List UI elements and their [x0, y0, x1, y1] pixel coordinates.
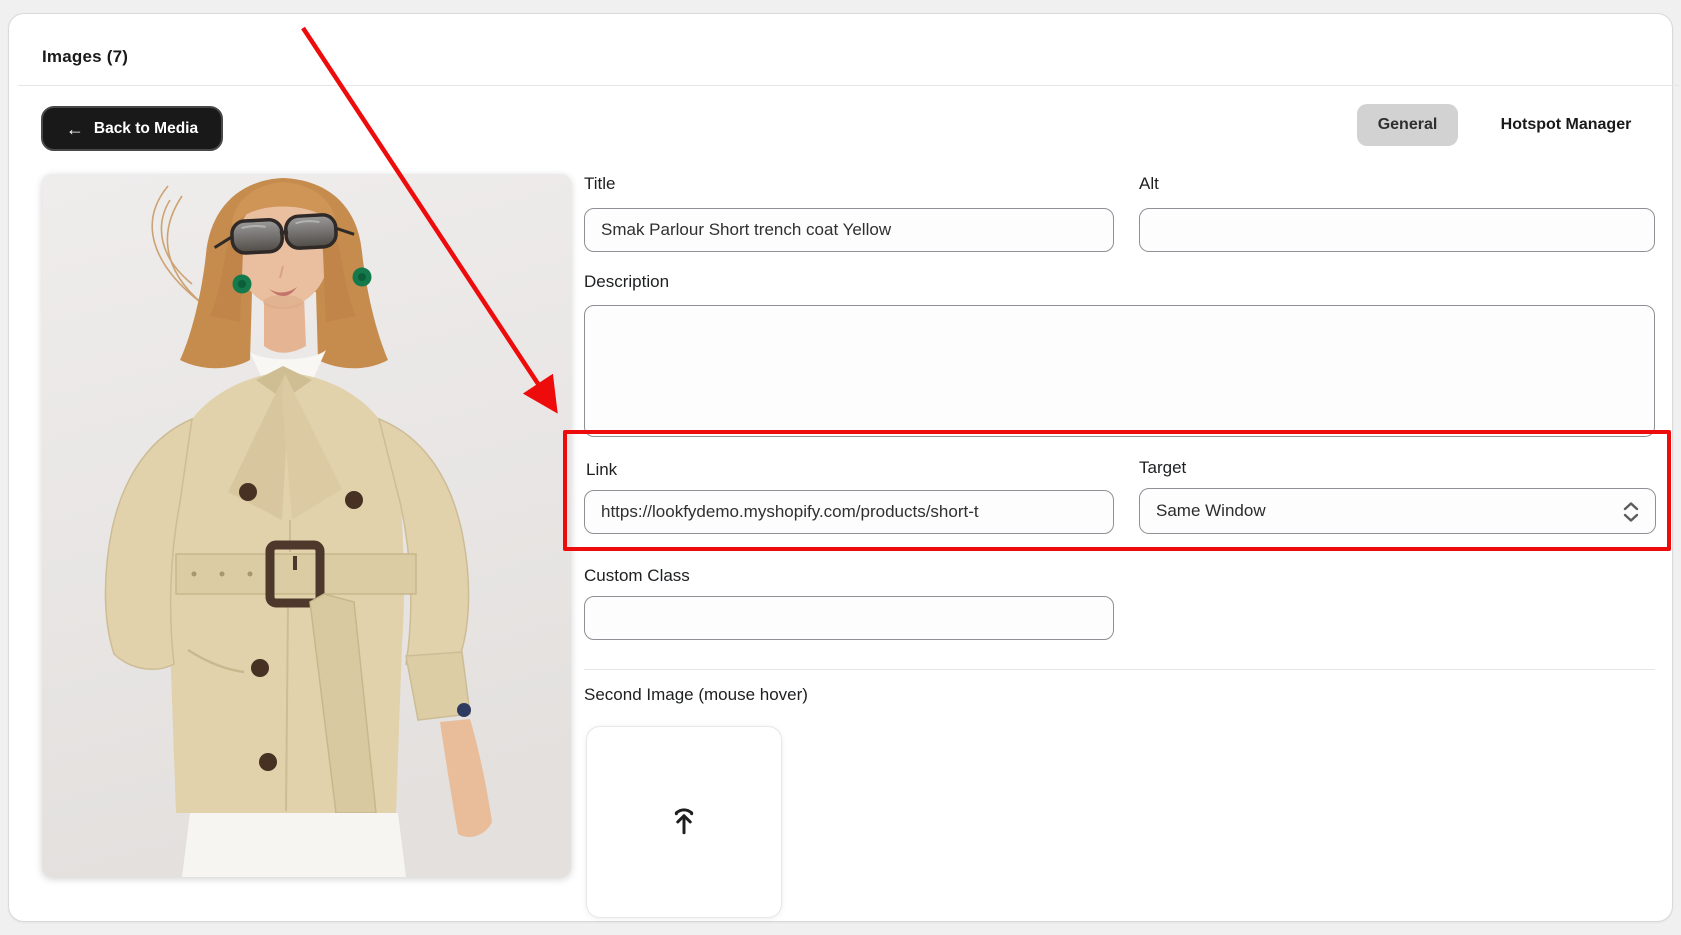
link-label: Link [586, 460, 618, 479]
second-image-label: Second Image (mouse hover) [584, 685, 808, 704]
images-panel: Images (7) ← Back to Media General Hotsp… [8, 13, 1679, 922]
page: Images (7) ← Back to Media General Hotsp… [0, 0, 1681, 935]
description-textarea[interactable] [584, 305, 1655, 437]
tab-general-label: General [1377, 116, 1438, 133]
header-divider [18, 85, 1679, 86]
upload-icon [667, 803, 701, 842]
target-label: Target [1139, 458, 1187, 477]
tab-hotspot-label: Hotspot Manager [1500, 116, 1632, 133]
alt-input[interactable] [1139, 208, 1655, 252]
target-select[interactable]: Same Window [1139, 488, 1656, 534]
product-image-illustration [42, 174, 571, 877]
back-button-label: Back to Media [93, 119, 199, 137]
tab-hotspot-manager[interactable]: Hotspot Manager [1471, 104, 1661, 146]
tab-general[interactable]: General [1357, 104, 1458, 146]
title-input[interactable] [584, 208, 1114, 252]
target-select-value: Same Window [1156, 501, 1266, 520]
alt-label: Alt [1139, 174, 1159, 193]
link-input[interactable] [584, 490, 1114, 534]
back-arrow-icon: ← [65, 118, 84, 139]
title-label: Title [584, 174, 616, 193]
back-to-media-button[interactable]: ← Back to Media [41, 106, 223, 151]
custom-class-input[interactable] [584, 596, 1114, 640]
second-image-upload-dropzone[interactable] [586, 726, 782, 918]
section-divider [584, 669, 1655, 670]
custom-class-label: Custom Class [584, 566, 690, 585]
product-image [42, 174, 571, 877]
panel-title: Images (7) [42, 47, 129, 66]
select-updown-icon [1620, 500, 1642, 529]
description-label: Description [584, 272, 670, 291]
